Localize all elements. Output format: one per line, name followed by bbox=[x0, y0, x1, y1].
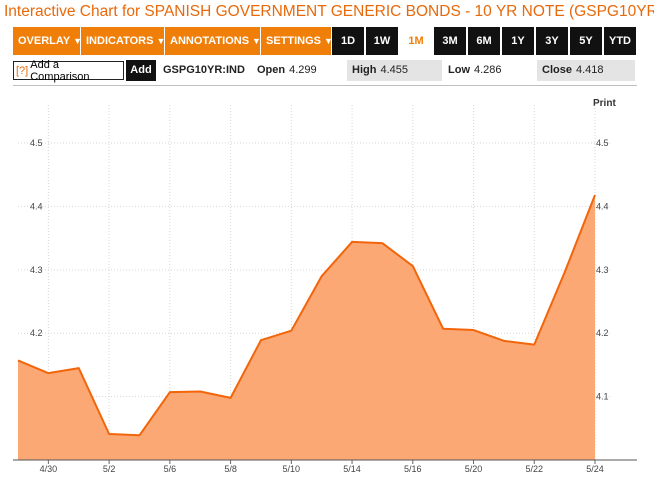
x-tick-label: 5/10 bbox=[283, 464, 301, 474]
y-tick-label-right: 4.5 bbox=[596, 138, 609, 148]
y-tick-label-left: 4.4 bbox=[30, 201, 43, 211]
x-tick-label: 5/22 bbox=[525, 464, 543, 474]
y-tick-label-right: 4.1 bbox=[596, 392, 609, 402]
x-tick-label: 5/6 bbox=[164, 464, 177, 474]
y-tick-label-left: 4.5 bbox=[30, 138, 43, 148]
y-tick-label-right: 4.3 bbox=[596, 265, 609, 275]
x-tick-label: 5/14 bbox=[343, 464, 361, 474]
x-tick-label: 4/30 bbox=[40, 464, 58, 474]
price-chart: 4.14.14.24.24.34.34.44.44.54.54/305/25/6… bbox=[13, 105, 637, 474]
y-tick-label-right: 4.2 bbox=[596, 328, 609, 338]
x-tick-label: 5/8 bbox=[224, 464, 237, 474]
x-tick-label: 5/16 bbox=[404, 464, 422, 474]
y-tick-label-right: 4.4 bbox=[596, 201, 609, 211]
area-fill bbox=[18, 195, 595, 460]
y-tick-label-left: 4.2 bbox=[30, 328, 43, 338]
x-tick-label: 5/24 bbox=[586, 464, 604, 474]
x-tick-label: 5/2 bbox=[103, 464, 116, 474]
y-tick-label-left: 4.3 bbox=[30, 265, 43, 275]
x-tick-label: 5/20 bbox=[465, 464, 483, 474]
